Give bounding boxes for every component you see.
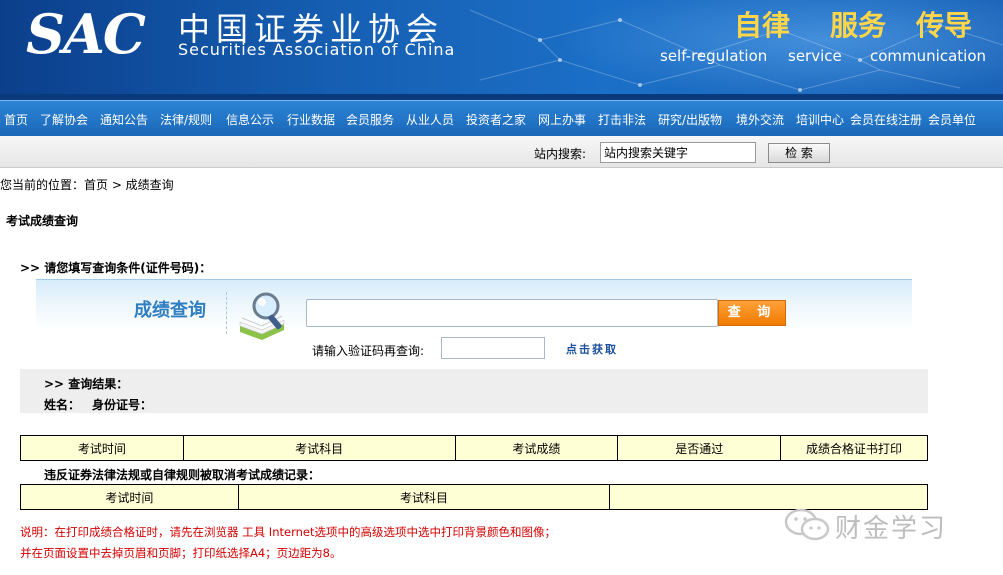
slogan-en: communication <box>870 47 987 65</box>
nav-item-research[interactable]: 研究/出版物 <box>658 111 722 128</box>
nav-item-disclosure[interactable]: 信息公示 <box>226 111 274 128</box>
id-label: 身份证号： <box>92 398 153 412</box>
main-nav: 首页 了解协会 通知公告 法律/规则 信息公示 行业数据 会员服务 从业人员 投… <box>0 100 1003 136</box>
nav-item-training[interactable]: 培训中心 <box>796 111 844 128</box>
query-button[interactable]: 查 询 <box>718 300 786 326</box>
nav-item-anti-illegal[interactable]: 打击非法 <box>598 111 646 128</box>
name-label: 姓名： <box>44 398 81 412</box>
nav-item-laws[interactable]: 法律/规则 <box>160 111 212 128</box>
violation-title: 违反证券法律法规或自律规则被取消考试成绩记录： <box>44 468 321 482</box>
table-header-cell: 考试时间 <box>20 484 239 510</box>
search-label: 站内搜索: <box>534 147 587 161</box>
slogan-cn: 自律 <box>734 9 791 42</box>
results-fields: 姓名： 身份证号： <box>44 396 164 413</box>
book-magnifier-icon <box>239 292 285 340</box>
table-header-cell: 考试科目 <box>182 435 456 461</box>
results-title: >> 查询结果： <box>44 377 129 391</box>
slogan-cn: 服务 <box>830 9 887 42</box>
query-panel: 成绩查询 查 询 请输入验证码再查询: 点击获取 <box>36 279 912 365</box>
page-title: 考试成绩查询 <box>6 214 79 228</box>
nav-item-industry-data[interactable]: 行业数据 <box>287 111 335 128</box>
nav-item-overseas[interactable]: 境外交流 <box>736 111 784 128</box>
panel-divider <box>226 292 227 334</box>
nav-item-practitioners[interactable]: 从业人员 <box>406 111 454 128</box>
violation-table: 考试时间 考试科目 <box>20 484 928 510</box>
nav-item-member-units[interactable]: 会员单位 <box>928 111 976 128</box>
print-note: 说明：在打印成绩合格证时，请先在浏览器 工具 Internet选项中的高级选项中… <box>20 525 556 539</box>
score-table: 考试时间 考试科目 考试成绩 是否通过 成绩合格证书打印 <box>20 435 928 461</box>
nav-item-home[interactable]: 首页 <box>4 111 28 128</box>
nav-item-investors[interactable]: 投资者之家 <box>466 111 526 128</box>
slogan-en: service <box>788 47 842 65</box>
table-row: 考试时间 考试科目 考试成绩 是否通过 成绩合格证书打印 <box>20 435 928 461</box>
nav-item-member-service[interactable]: 会员服务 <box>346 111 394 128</box>
captcha-label: 请输入验证码再查询: <box>312 344 425 358</box>
table-header-cell: 考试科目 <box>237 484 611 510</box>
captcha-input[interactable] <box>441 337 545 359</box>
print-note: 并在页面设置中去掉页眉和页脚；打印纸选择A4；页边距为8。 <box>20 546 342 560</box>
panel-title: 成绩查询 <box>134 300 206 321</box>
get-captcha-link[interactable]: 点击获取 <box>566 341 618 357</box>
table-header-cell: 成绩合格证书打印 <box>780 435 928 461</box>
header-banner: SAC 中国证券业协会 Securities Association of Ch… <box>0 0 1003 100</box>
table-header-cell: 是否通过 <box>617 435 782 461</box>
sac-logo[interactable]: SAC <box>26 2 146 66</box>
nav-item-online-services[interactable]: 网上办事 <box>538 111 586 128</box>
site-search-bar: 站内搜索: 检 索 <box>0 136 1003 168</box>
table-header-cell: 考试时间 <box>20 435 184 461</box>
nav-item-notices[interactable]: 通知公告 <box>100 111 148 128</box>
breadcrumb: 您当前的位置：首页 > 成绩查询 <box>0 178 174 192</box>
query-results: >> 查询结果： 姓名： 身份证号： <box>20 369 928 413</box>
query-prompt: >> 请您填写查询条件(证件号码)： <box>20 261 212 275</box>
search-button[interactable]: 检 索 <box>768 143 830 163</box>
table-header-cell: 考试成绩 <box>454 435 619 461</box>
main-content: 您当前的位置：首页 > 成绩查询 考试成绩查询 >> 请您填写查询条件(证件号码… <box>0 168 1003 575</box>
slogan-cn: 传导 <box>916 9 973 42</box>
watermark-text: 财金学习 <box>835 514 948 544</box>
search-input[interactable] <box>600 142 756 163</box>
nav-item-member-register[interactable]: 会员在线注册 <box>850 111 922 128</box>
id-number-input[interactable] <box>306 299 718 327</box>
nav-item-about[interactable]: 了解协会 <box>40 111 88 128</box>
wechat-icon <box>784 508 830 541</box>
table-header-cell <box>609 484 928 510</box>
slogan-en: self-regulation <box>660 47 768 65</box>
table-row: 考试时间 考试科目 <box>20 484 928 510</box>
org-name-en: Securities Association of China <box>178 40 456 59</box>
